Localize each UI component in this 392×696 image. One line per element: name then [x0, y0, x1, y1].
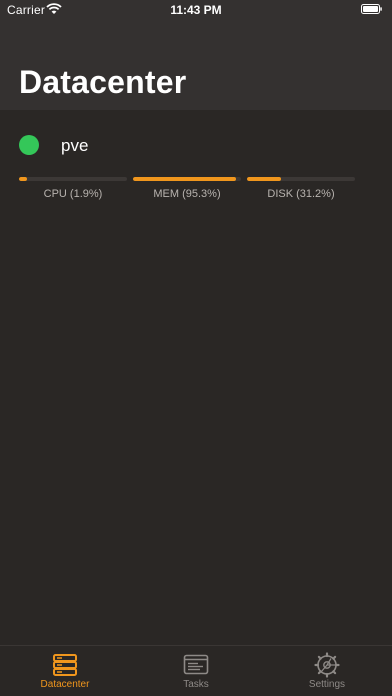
memory-usage-bar — [133, 177, 241, 181]
memory-usage-label: MEM (95.3%) — [153, 188, 221, 200]
gear-icon — [314, 652, 340, 678]
node-name: pve — [61, 136, 89, 155]
tab-datacenter-label: Datacenter — [40, 679, 90, 690]
disk-usage-label: DISK (31.2%) — [267, 188, 335, 200]
server-icon — [53, 654, 77, 676]
node-status-dot — [19, 135, 39, 155]
clock: 11:43 PM — [170, 3, 222, 17]
disk-usage-bar — [247, 177, 355, 181]
tab-tasks[interactable]: Tasks — [131, 646, 261, 696]
tab-tasks-label: Tasks — [183, 679, 209, 690]
navigation-header: Carrier 11:43 PM Datacenter — [0, 0, 392, 110]
cpu-usage-bar — [19, 177, 127, 181]
battery-icon — [361, 4, 382, 14]
disk-usage-fill — [247, 177, 281, 181]
status-bar: Carrier 11:43 PM — [0, 0, 392, 20]
window-icon — [183, 654, 209, 675]
memory-usage-fill — [133, 177, 236, 181]
cpu-usage-label: CPU (1.9%) — [43, 188, 103, 200]
tab-settings[interactable]: Settings — [262, 646, 392, 696]
tab-datacenter[interactable]: Datacenter — [0, 646, 130, 696]
tab-bar: Datacenter Tasks Settings — [0, 645, 392, 696]
page-title: Datacenter — [19, 64, 187, 100]
node-row[interactable]: pve — [0, 125, 392, 167]
tab-settings-label: Settings — [308, 679, 346, 690]
cpu-usage-fill — [19, 177, 27, 181]
